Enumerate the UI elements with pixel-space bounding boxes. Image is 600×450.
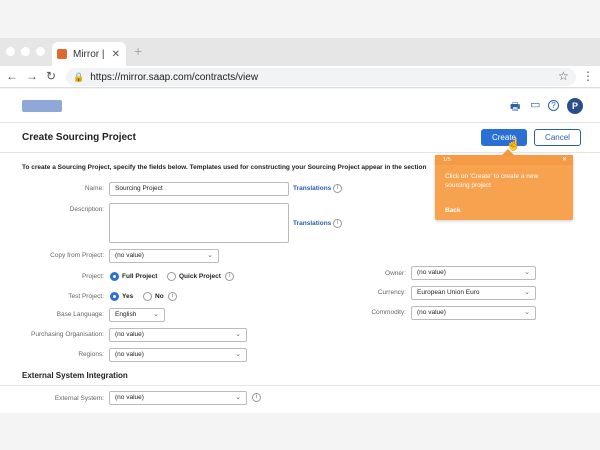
url-bar[interactable]: 🔒 https://mirror.saap.com/contracts/view (66, 68, 576, 86)
copy-select-value: (no value) (115, 252, 144, 259)
purchasing-select[interactable]: (no value) ⌄ (109, 328, 247, 342)
name-label: Name: (84, 185, 104, 192)
description-label: Description: (69, 206, 104, 213)
name-info-icon[interactable]: i (333, 184, 342, 193)
tooltip-back-link[interactable]: Back (445, 207, 461, 214)
external-info-icon[interactable]: i (252, 393, 261, 402)
copy-select[interactable]: (no value) ⌄ (109, 249, 219, 263)
test-no-radio[interactable] (143, 292, 152, 301)
section-divider (0, 385, 600, 386)
commodity-label: Commodity: (371, 309, 406, 316)
language-select-value: English (115, 311, 137, 318)
currency-select-value: European Union Euro (417, 289, 480, 296)
external-system-select[interactable]: (no value) ⌄ (109, 391, 247, 405)
description-textarea[interactable] (109, 203, 289, 243)
tab-title: Mirror | (73, 48, 105, 60)
name-input[interactable]: Sourcing Project (109, 182, 289, 196)
quick-project-radio[interactable] (167, 272, 176, 281)
test-yes-label: Yes (122, 293, 134, 300)
url-text: https://mirror.saap.com/contracts/view (90, 71, 259, 83)
help-icon[interactable]: ? (548, 100, 559, 111)
tooltip-close-icon[interactable]: ✕ (562, 155, 567, 165)
tooltip-header: 1/5 ✕ (435, 155, 573, 165)
language-select[interactable]: English ⌄ (109, 308, 165, 322)
window-maximize-dot[interactable] (36, 47, 45, 56)
avatar[interactable]: P (567, 98, 583, 114)
quick-project-label: Quick Project (179, 273, 221, 280)
chevron-down-icon: ⌄ (235, 394, 241, 401)
project-label: Project: (81, 273, 104, 280)
commodity-select[interactable]: (no value) ⌄ (411, 306, 536, 320)
owner-select-value: (no value) (417, 269, 446, 276)
chevron-down-icon: ⌄ (524, 309, 530, 316)
window-controls (6, 47, 45, 56)
bookmark-star-icon[interactable]: ☆ (558, 69, 569, 83)
test-info-icon[interactable]: i (168, 292, 177, 301)
external-system-value: (no value) (115, 394, 144, 401)
tab-favicon-icon (57, 49, 67, 59)
page-bottom (0, 413, 600, 450)
test-yes-radio[interactable] (110, 292, 119, 301)
forward-icon[interactable]: → (26, 69, 38, 83)
window-close-dot[interactable] (6, 47, 15, 56)
regions-select-value: (no value) (115, 351, 144, 358)
test-label: Test Project: (68, 293, 104, 300)
app-logo (22, 100, 62, 112)
regions-label: Regions: (78, 351, 104, 358)
test-no-label: No (155, 293, 164, 300)
tooltip-text: Click on 'Create' to create a new sourci… (445, 173, 539, 189)
chevron-down-icon: ⌄ (207, 252, 213, 259)
tooltip-step: 1/5 (443, 157, 451, 163)
chevron-down-icon: ⌄ (235, 331, 241, 338)
commodity-select-value: (no value) (417, 309, 446, 316)
full-project-label: Full Project (122, 273, 158, 280)
tab-close-icon[interactable]: ✕ (112, 49, 120, 60)
chevron-down-icon: ⌄ (524, 289, 530, 296)
external-system-label: External System: (54, 395, 104, 402)
owner-select[interactable]: (no value) ⌄ (411, 266, 536, 280)
description-translations-link[interactable]: Translations (293, 220, 331, 227)
intro-text: To create a Sourcing Project, specify th… (22, 164, 427, 171)
owner-label: Owner: (385, 270, 406, 277)
print-icon[interactable]: 🖶 (510, 98, 520, 117)
chevron-down-icon: ⌄ (235, 351, 241, 358)
new-tab-icon[interactable]: + (134, 43, 142, 59)
project-info-icon[interactable]: i (225, 272, 234, 281)
app-window: 🖶 ▭ ? P Create Sourcing Project Create C… (0, 89, 600, 413)
cancel-button[interactable]: Cancel (534, 129, 581, 146)
page-title: Create Sourcing Project (22, 132, 136, 143)
description-info-icon[interactable]: i (333, 219, 342, 228)
chevron-down-icon: ⌄ (524, 269, 530, 276)
currency-label: Currency: (377, 289, 406, 296)
app-header: 🖶 ▭ ? P (0, 89, 600, 123)
purchasing-select-value: (no value) (115, 331, 144, 338)
window-minimize-dot[interactable] (21, 47, 30, 56)
reload-icon[interactable]: ↻ (46, 69, 56, 83)
regions-select[interactable]: (no value) ⌄ (109, 348, 247, 362)
chat-icon[interactable]: ▭ (530, 98, 540, 111)
language-label: Base Language: (56, 311, 104, 318)
currency-select[interactable]: European Union Euro ⌄ (411, 286, 536, 300)
purchasing-label: Purchasing Organisation: (31, 331, 104, 338)
external-section-title: External System Integration (22, 371, 128, 380)
name-translations-link[interactable]: Translations (293, 185, 331, 192)
lock-icon: 🔒 (73, 71, 85, 82)
browser-tab[interactable]: Mirror | ✕ (52, 42, 126, 66)
back-icon[interactable]: ← (6, 69, 18, 83)
full-project-radio[interactable] (110, 272, 119, 281)
chevron-down-icon: ⌄ (153, 311, 159, 318)
tour-tooltip: 1/5 ✕ Click on 'Create' to create a new … (435, 155, 573, 220)
copy-label: Copy from Project: (50, 252, 104, 259)
browser-menu-icon[interactable]: ⋮ (582, 69, 594, 83)
